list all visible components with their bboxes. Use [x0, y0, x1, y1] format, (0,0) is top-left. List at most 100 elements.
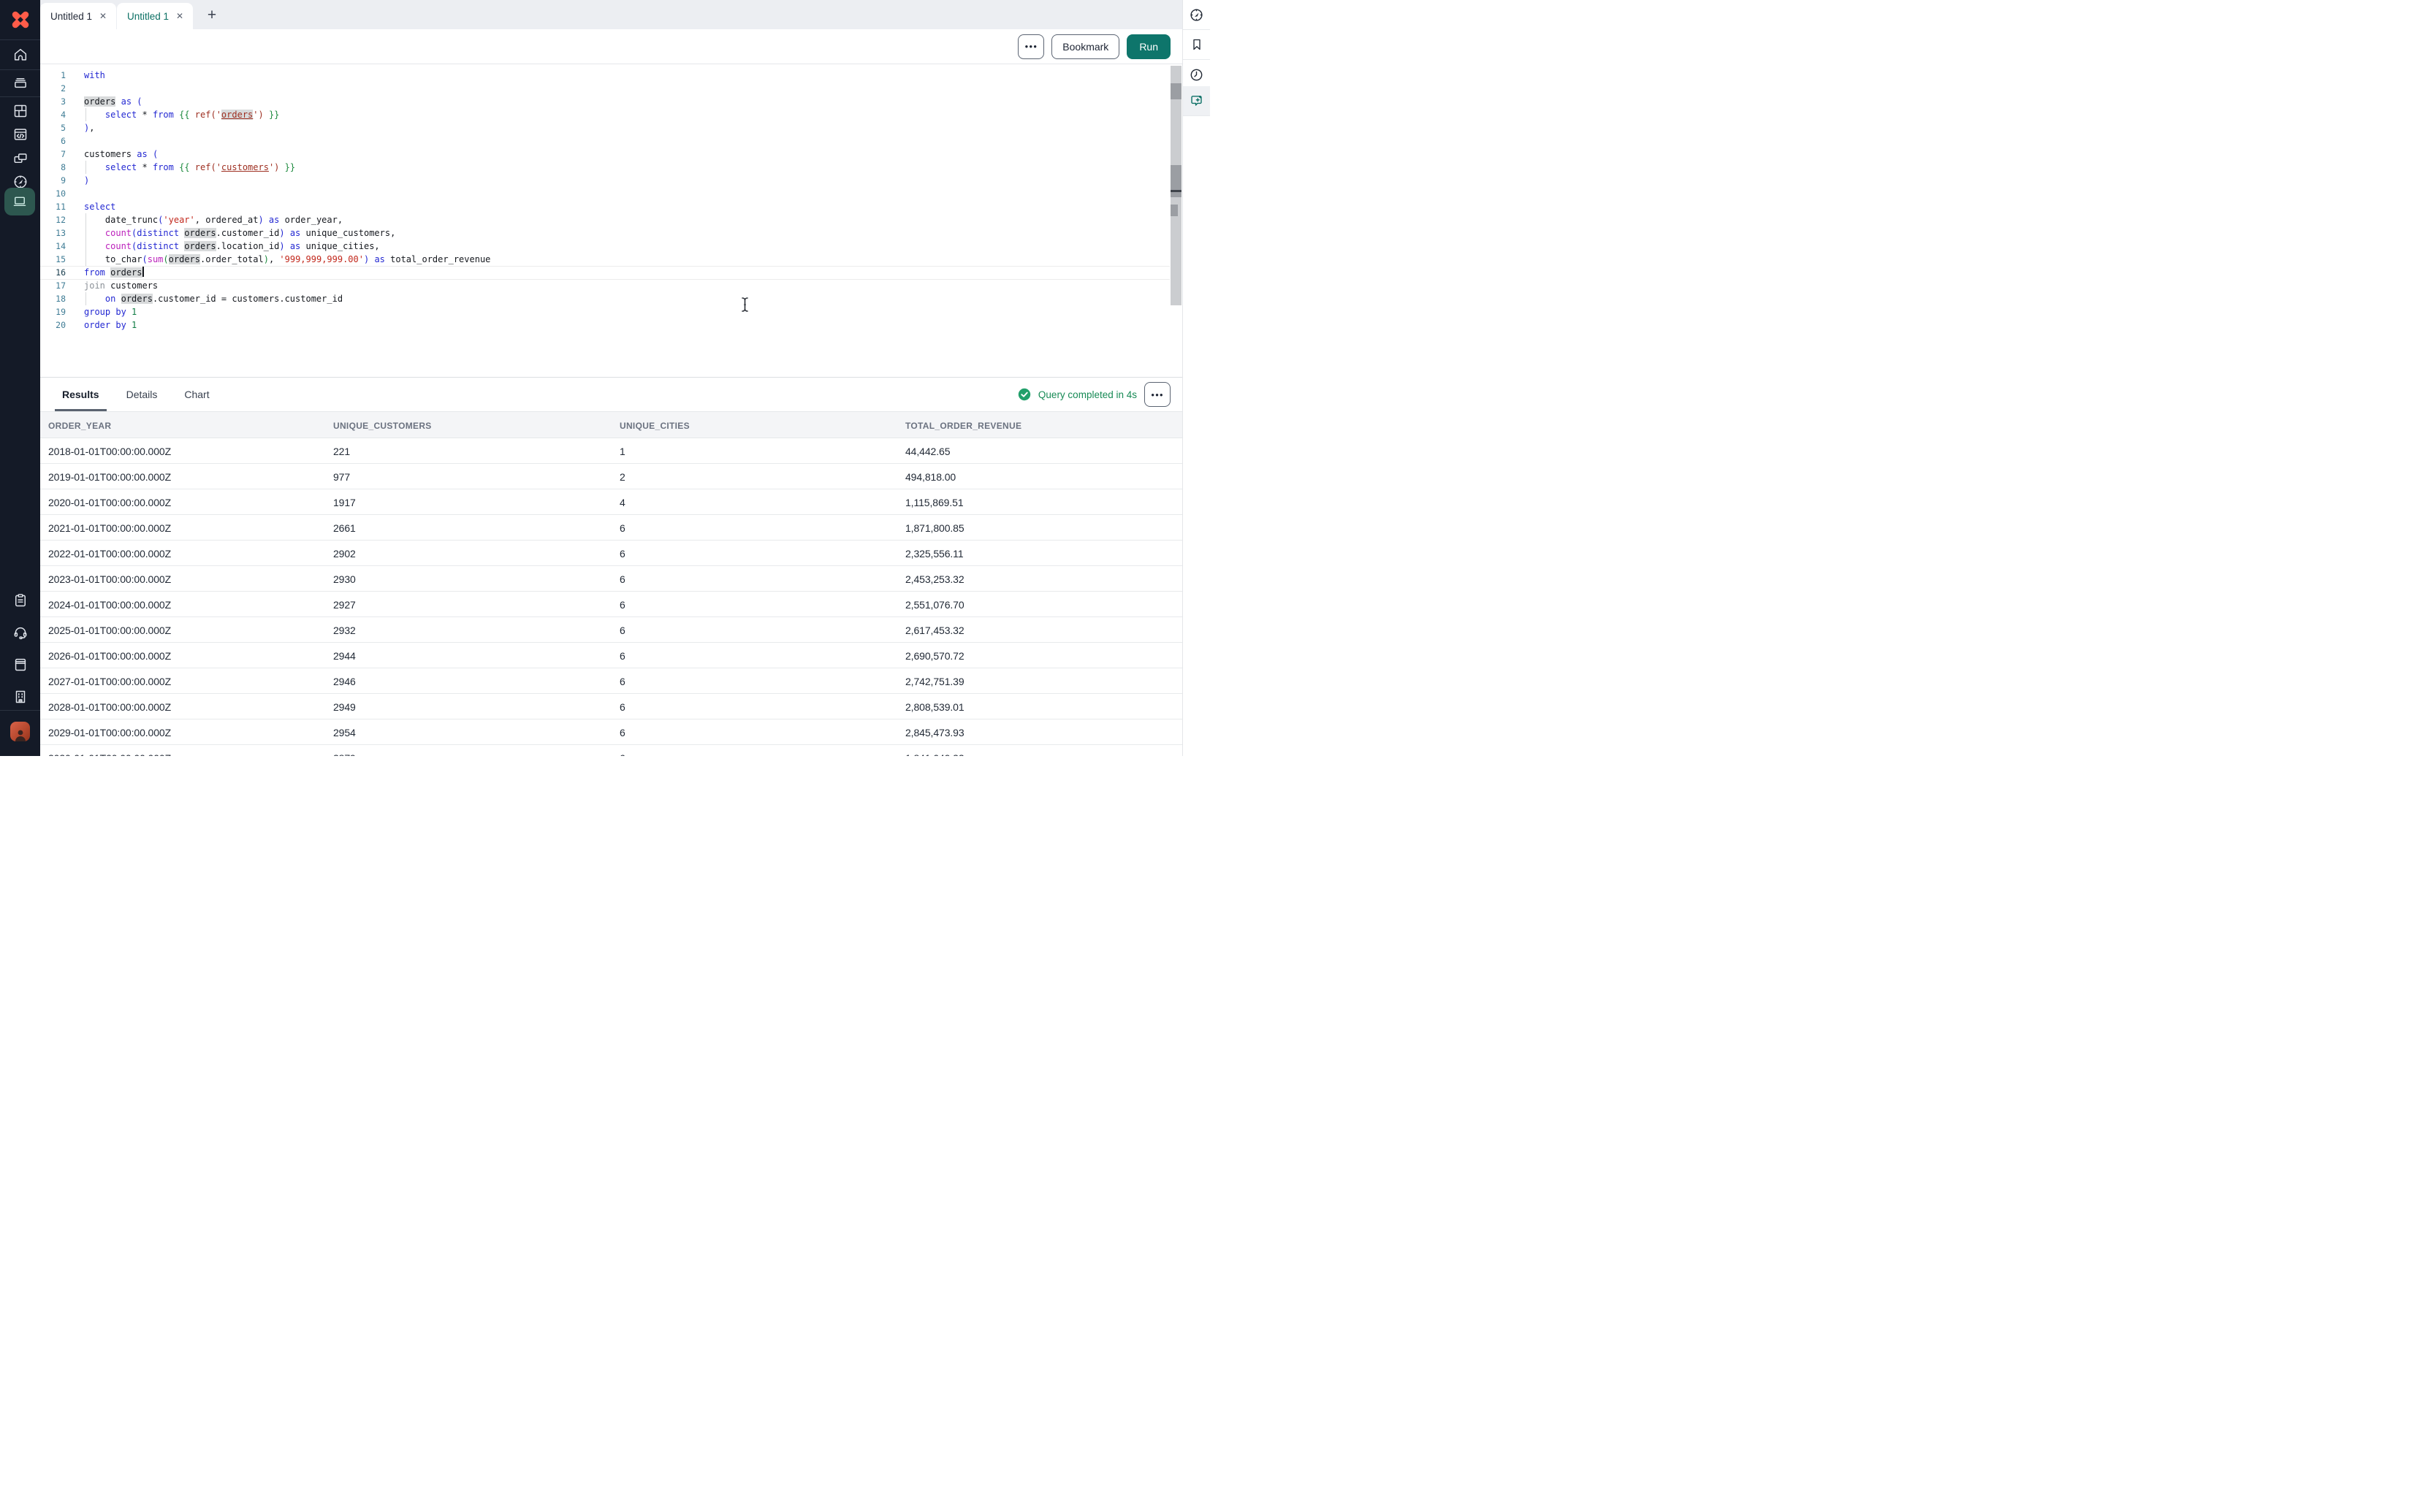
code-text: orders as (	[66, 95, 142, 108]
table-row[interactable]: 2022-01-01T00:00:00.000Z290262,325,556.1…	[40, 541, 1182, 566]
sidebar-item-bookmarks[interactable]	[1183, 30, 1210, 59]
results-tab-bar: Results Details Chart	[40, 378, 1182, 411]
sidebar-item-organization[interactable]	[0, 685, 40, 709]
editor-scrollbar[interactable]	[1171, 66, 1182, 305]
code-line[interactable]: 5),	[40, 121, 1165, 134]
sidebar-item-dashboards[interactable]	[0, 99, 40, 123]
table-cell: 6	[620, 643, 625, 668]
table-cell: 4	[620, 489, 625, 515]
code-line[interactable]: 9)	[40, 174, 1165, 187]
close-icon[interactable]: ✕	[97, 10, 109, 22]
code-line[interactable]: 4 select * from {{ ref('orders') }}	[40, 108, 1165, 121]
table-cell: 2021-01-01T00:00:00.000Z	[48, 515, 171, 541]
code-line[interactable]: 3orders as (	[40, 95, 1165, 108]
code-line[interactable]: 17join customers	[40, 279, 1165, 292]
line-number: 9	[40, 174, 66, 187]
code-text	[66, 82, 84, 95]
file-tab-1[interactable]: Untitled 1 ✕	[40, 3, 116, 29]
code-line[interactable]: 10	[40, 187, 1165, 200]
table-cell: 6	[620, 719, 625, 745]
line-number: 8	[40, 161, 66, 174]
code-text: date_trunc('year', ordered_at) as order_…	[66, 213, 343, 226]
table-cell: 2020-01-01T00:00:00.000Z	[48, 489, 171, 515]
sidebar-item-develop[interactable]	[0, 123, 40, 146]
sidebar-item-deploy[interactable]	[0, 147, 40, 170]
sidebar-item-studio-active[interactable]	[4, 188, 35, 215]
table-row[interactable]: 2026-01-01T00:00:00.000Z294462,690,570.7…	[40, 643, 1182, 668]
code-line[interactable]: 8 select * from {{ ref('customers') }}	[40, 161, 1165, 174]
file-tab-label: Untitled 1	[127, 11, 174, 22]
table-row[interactable]: 2021-01-01T00:00:00.000Z266161,871,800.8…	[40, 515, 1182, 541]
code-line[interactable]: 16from orders	[40, 266, 1165, 279]
close-icon[interactable]: ✕	[174, 10, 186, 22]
table-row[interactable]: 2023-01-01T00:00:00.000Z293062,453,253.3…	[40, 566, 1182, 592]
table-cell: 2902	[333, 541, 356, 566]
code-line[interactable]: 13 count(distinct orders.customer_id) as…	[40, 226, 1165, 240]
table-row[interactable]: 2020-01-01T00:00:00.000Z191741,115,869.5…	[40, 489, 1182, 515]
table-cell: 1,115,869.51	[905, 489, 964, 515]
tab-chart[interactable]: Chart	[184, 378, 209, 411]
tab-results[interactable]: Results	[62, 378, 99, 411]
table-row[interactable]: 2024-01-01T00:00:00.000Z292762,551,076.7…	[40, 592, 1182, 617]
code-text: ),	[66, 121, 94, 134]
table-cell: 2026-01-01T00:00:00.000Z	[48, 643, 171, 668]
code-text: from orders	[66, 266, 144, 279]
table-cell: 2030-01-01T00:00:00.000Z	[48, 745, 171, 756]
code-line[interactable]: 1with	[40, 69, 1165, 82]
code-line[interactable]: 6	[40, 134, 1165, 148]
sidebar-item-ai-assistant-active[interactable]	[1183, 86, 1210, 115]
code-line[interactable]: 18 on orders.customer_id = customers.cus…	[40, 292, 1165, 305]
table-cell: 494,818.00	[905, 464, 956, 489]
code-text: select * from {{ ref('customers') }}	[66, 161, 295, 174]
sidebar-item-history[interactable]	[1183, 60, 1210, 89]
code-line[interactable]: 20order by 1	[40, 318, 1165, 332]
table-row[interactable]: 2029-01-01T00:00:00.000Z295462,845,473.9…	[40, 719, 1182, 745]
table-cell: 2	[620, 464, 625, 489]
home-icon	[12, 47, 28, 63]
user-avatar[interactable]	[10, 722, 30, 741]
code-line[interactable]: 19group by 1	[40, 305, 1165, 318]
sidebar-item-docs[interactable]	[0, 653, 40, 676]
query-status: Query completed in 4s ●●●	[1018, 378, 1171, 411]
sidebar-item-tasks[interactable]	[0, 589, 40, 612]
table-row[interactable]: 2027-01-01T00:00:00.000Z294662,742,751.3…	[40, 668, 1182, 694]
book-icon	[12, 657, 28, 673]
line-number: 12	[40, 213, 66, 226]
code-line[interactable]: 14 count(distinct orders.location_id) as…	[40, 240, 1165, 253]
sidebar-item-inbox[interactable]	[0, 71, 40, 94]
table-row[interactable]: 2025-01-01T00:00:00.000Z293262,617,453.3…	[40, 617, 1182, 643]
table-cell: 2019-01-01T00:00:00.000Z	[48, 464, 171, 489]
code-line[interactable]: 7customers as (	[40, 148, 1165, 161]
bookmark-button[interactable]: Bookmark	[1051, 34, 1119, 59]
code-line[interactable]: 11select	[40, 200, 1165, 213]
table-cell: 6	[620, 515, 625, 541]
file-tab-2-active[interactable]: Untitled 1 ✕	[117, 3, 193, 29]
sidebar-item-support[interactable]	[0, 621, 40, 644]
table-row[interactable]: 2030-01-01T00:00:00.000Z287961,841,049.3…	[40, 745, 1182, 756]
table-cell: 2,845,473.93	[905, 719, 964, 745]
table-cell: 2029-01-01T00:00:00.000Z	[48, 719, 171, 745]
line-number: 10	[40, 187, 66, 200]
table-row[interactable]: 2018-01-01T00:00:00.000Z221144,442.65	[40, 438, 1182, 464]
code-text	[66, 187, 84, 200]
headset-icon	[12, 625, 28, 641]
sidebar-item-home[interactable]	[0, 43, 40, 66]
code-line[interactable]: 12 date_trunc('year', ordered_at) as ord…	[40, 213, 1165, 226]
code-line[interactable]: 15 to_char(sum(orders.order_total), '999…	[40, 253, 1165, 266]
table-cell: 2018-01-01T00:00:00.000Z	[48, 438, 171, 464]
new-tab-button[interactable]: +	[201, 4, 223, 26]
table-row[interactable]: 2019-01-01T00:00:00.000Z9772494,818.00	[40, 464, 1182, 489]
scrollbar-thumb[interactable]	[1171, 83, 1182, 99]
table-row[interactable]: 2028-01-01T00:00:00.000Z294962,808,539.0…	[40, 694, 1182, 719]
sql-editor[interactable]: 1with23orders as (4 select * from {{ ref…	[40, 64, 1182, 377]
code-text: count(distinct orders.location_id) as un…	[66, 240, 380, 253]
code-line[interactable]: 2	[40, 82, 1165, 95]
code-text: join customers	[66, 279, 158, 292]
sidebar-item-explore-right[interactable]	[1183, 0, 1210, 29]
run-button[interactable]: Run	[1127, 34, 1171, 59]
code-text: group by 1	[66, 305, 137, 318]
results-more-options-button[interactable]: ●●●	[1144, 382, 1171, 407]
more-options-button[interactable]: ●●●	[1018, 34, 1044, 59]
line-number: 19	[40, 305, 66, 318]
tab-details[interactable]: Details	[126, 378, 158, 411]
